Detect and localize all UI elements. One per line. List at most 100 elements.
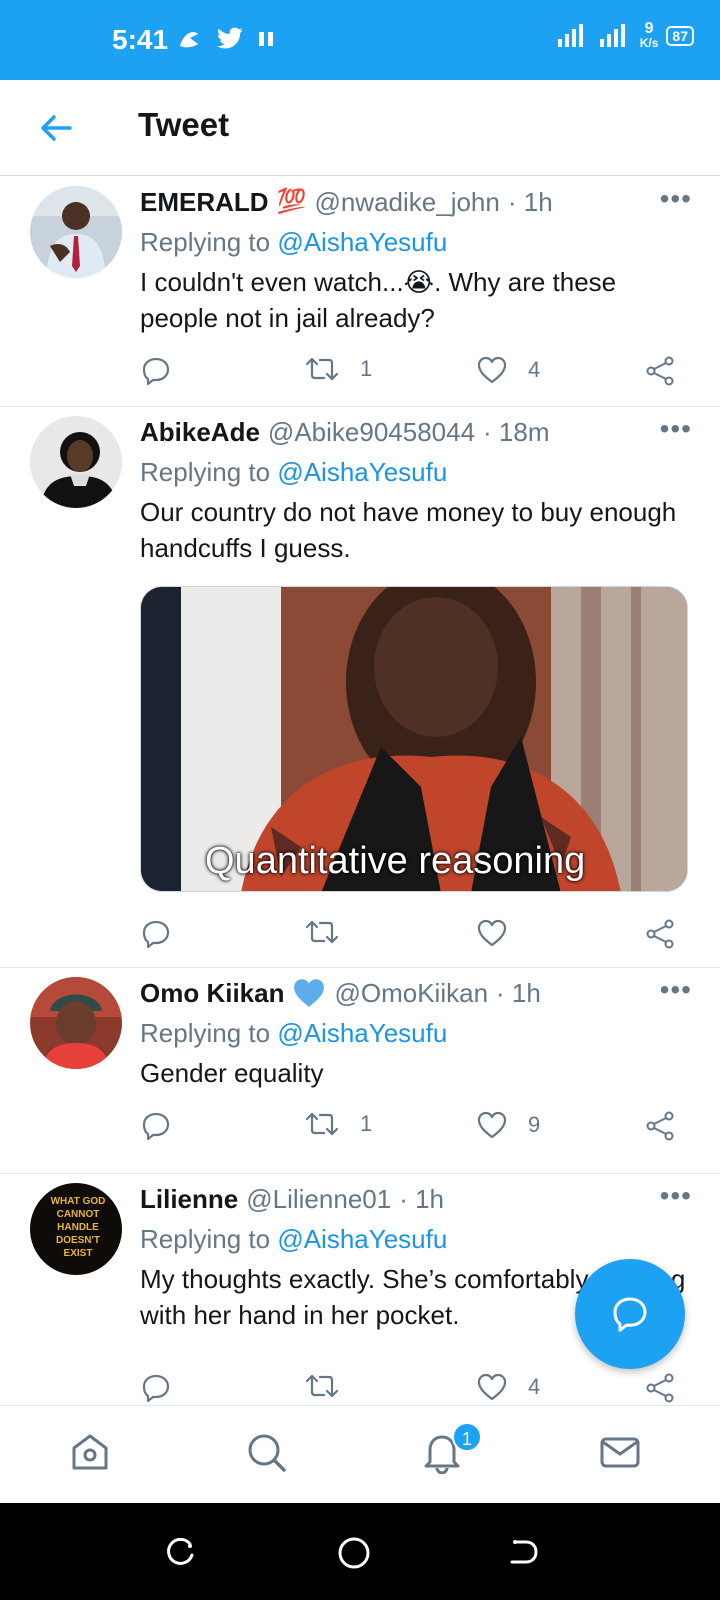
replying-label: Replying to	[140, 227, 271, 257]
author-handle[interactable]: @Lilienne01	[246, 1181, 391, 1217]
name-emoji: 💯	[276, 188, 307, 215]
tweet-time: · 1h	[399, 1184, 445, 1214]
tweet-actions: 1 4	[140, 355, 688, 395]
search-icon[interactable]	[244, 1430, 288, 1474]
signal-icon	[599, 24, 625, 47]
author-handle[interactable]: @Abike90458044	[268, 414, 475, 450]
page-title: Tweet	[138, 106, 230, 143]
author-name[interactable]: Omo Kiikan	[140, 975, 284, 1011]
network-speed: 9 K/s	[639, 21, 659, 51]
reply-feed[interactable]: EMERALD 💯 @nwadike_john · 1h ••• Replyin…	[0, 177, 720, 1405]
like-count: 4	[528, 357, 541, 382]
share-icon	[646, 356, 674, 386]
heart-icon	[477, 356, 507, 384]
system-navigation-bar	[0, 1503, 720, 1600]
home-button-icon[interactable]	[336, 1535, 372, 1571]
tweet-text-part: I couldn't even watch...	[140, 267, 404, 297]
home-icon[interactable]	[68, 1430, 112, 1474]
status-app-icons	[176, 26, 274, 52]
like-button[interactable]: 9	[476, 1110, 540, 1140]
back-button-icon[interactable]	[506, 1535, 540, 1569]
tweet-body: EMERALD 💯 @nwadike_john · 1h ••• Replyin…	[140, 184, 692, 336]
share-icon	[646, 919, 674, 949]
tweet-body: AbikeAde @Abike90458044 · 18m ••• Replyi…	[140, 414, 692, 892]
retweet-button[interactable]	[304, 1372, 360, 1400]
twitter-bird-icon	[217, 27, 243, 49]
like-button[interactable]: 4	[476, 1372, 540, 1402]
pause-icon	[259, 32, 273, 46]
share-button[interactable]	[644, 918, 676, 950]
status-right: 9 K/s 87	[556, 21, 694, 51]
compose-reply-button[interactable]	[575, 1259, 685, 1369]
top-app-bar: Tweet	[0, 80, 720, 176]
avatar[interactable]: WHAT GOD CANNOT HANDLE DOESN'T EXIST	[30, 1183, 122, 1275]
reply-icon	[142, 1112, 170, 1141]
share-icon	[646, 1111, 674, 1141]
more-options-icon[interactable]: •••	[660, 184, 692, 214]
recent-apps-icon[interactable]	[164, 1535, 198, 1569]
share-button[interactable]	[644, 355, 676, 387]
reply-button[interactable]	[140, 1110, 172, 1142]
author-handle[interactable]: @nwadike_john	[314, 184, 499, 220]
share-button[interactable]	[644, 1110, 676, 1142]
like-count: 9	[528, 1112, 541, 1137]
tweet-meta: Lilienne @Lilienne01 · 1h	[140, 1181, 692, 1217]
retweet-button[interactable]: 1	[304, 355, 372, 383]
retweet-icon	[305, 1112, 339, 1136]
retweet-count: 1	[360, 356, 373, 381]
like-button[interactable]: 4	[476, 355, 540, 385]
replying-label: Replying to	[140, 457, 271, 487]
replying-to: Replying to @AishaYesufu	[140, 224, 692, 260]
more-options-icon[interactable]: •••	[660, 1181, 692, 1211]
like-button[interactable]	[476, 918, 528, 948]
more-options-icon[interactable]: •••	[660, 975, 692, 1005]
notification-badge: 1	[452, 1422, 482, 1452]
retweet-button[interactable]: 1	[304, 1110, 372, 1138]
messages-icon[interactable]	[598, 1430, 642, 1474]
tweet-reply[interactable]: Omo Kiikan @OmoKiikan · 1h ••• Replying …	[0, 968, 720, 1174]
tweet-text: Our country do not have money to buy eno…	[140, 497, 677, 563]
reply-button[interactable]	[140, 918, 172, 950]
avatar[interactable]	[30, 977, 122, 1069]
heart-icon	[477, 1111, 507, 1139]
more-options-icon[interactable]: •••	[660, 414, 692, 444]
mention-link[interactable]: @AishaYesufu	[277, 227, 447, 257]
replying-to: Replying to @AishaYesufu	[140, 1015, 692, 1051]
retweet-icon	[305, 357, 339, 381]
media-caption: Quantitative reasoning	[205, 840, 586, 882]
battery-indicator: 87	[666, 26, 694, 46]
avatar-text: WHAT GOD CANNOT HANDLE DOESN'T EXIST	[50, 1196, 106, 1259]
avatar[interactable]	[30, 186, 122, 278]
network-speed-unit: K/s	[639, 36, 659, 50]
tweet-body: Omo Kiikan @OmoKiikan · 1h ••• Replying …	[140, 975, 692, 1091]
author-name[interactable]: Lilienne	[140, 1181, 238, 1217]
status-time: 5:41	[112, 24, 169, 55]
blue-heart-emoji	[294, 979, 325, 1007]
replying-label: Replying to	[140, 1224, 271, 1254]
author-name[interactable]: AbikeAde	[140, 414, 260, 450]
retweet-icon	[305, 1374, 339, 1398]
reply-bubble-icon	[613, 1297, 647, 1332]
replying-to: Replying to @AishaYesufu	[140, 454, 692, 490]
tweet-time: · 1h	[496, 978, 541, 1008]
avatar[interactable]	[30, 416, 122, 508]
reply-icon	[142, 1374, 170, 1403]
tweet-media-image[interactable]: Quantitative reasoning	[140, 586, 688, 892]
mention-link[interactable]: @AishaYesufu	[277, 1224, 447, 1254]
tweet-reply[interactable]: AbikeAde @Abike90458044 · 18m ••• Replyi…	[0, 407, 720, 968]
reply-button[interactable]	[140, 1372, 172, 1404]
mention-link[interactable]: @AishaYesufu	[277, 457, 447, 487]
status-bar: 5:41 9 K/s 87	[0, 0, 720, 80]
share-button[interactable]	[644, 1372, 676, 1404]
heart-icon	[477, 919, 507, 947]
retweet-button[interactable]	[304, 918, 360, 946]
tweet-reply[interactable]: EMERALD 💯 @nwadike_john · 1h ••• Replyin…	[0, 177, 720, 407]
replying-label: Replying to	[140, 1018, 271, 1048]
back-arrow-icon[interactable]	[38, 110, 74, 146]
mention-link[interactable]: @AishaYesufu	[277, 1018, 447, 1048]
bottom-navigation	[0, 1405, 720, 1503]
tweet-actions: 1 9	[140, 1110, 688, 1150]
reply-button[interactable]	[140, 355, 172, 387]
author-handle[interactable]: @OmoKiikan	[334, 975, 488, 1011]
author-name[interactable]: EMERALD	[140, 184, 269, 220]
